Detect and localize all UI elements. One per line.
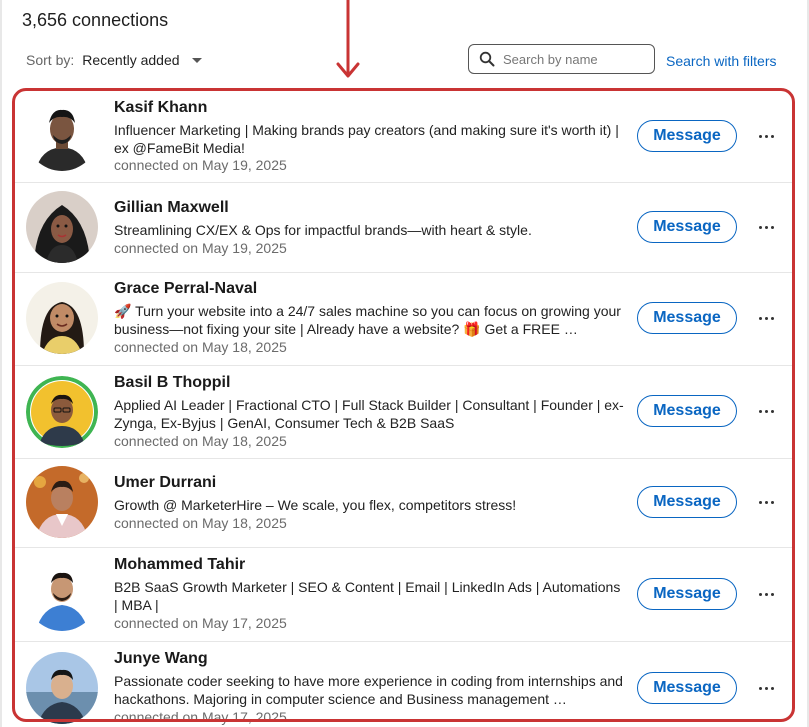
sort-dropdown[interactable]: Sort by: Recently added	[26, 52, 202, 68]
left-border	[0, 0, 2, 727]
search-with-filters-link[interactable]: Search with filters	[666, 53, 776, 69]
connections-page: 3,656 connections Sort by: Recently adde…	[0, 0, 809, 727]
connections-count: 3,656 connections	[22, 10, 169, 30]
sort-value[interactable]: Recently added	[82, 52, 179, 68]
search-input[interactable]	[501, 50, 645, 68]
search-icon	[479, 51, 495, 67]
search-box[interactable]	[468, 44, 655, 74]
caret-down-icon[interactable]	[191, 57, 202, 63]
highlight-box-annotation	[12, 88, 795, 722]
red-arrow-annotation	[336, 0, 360, 78]
sort-label: Sort by:	[26, 52, 75, 68]
